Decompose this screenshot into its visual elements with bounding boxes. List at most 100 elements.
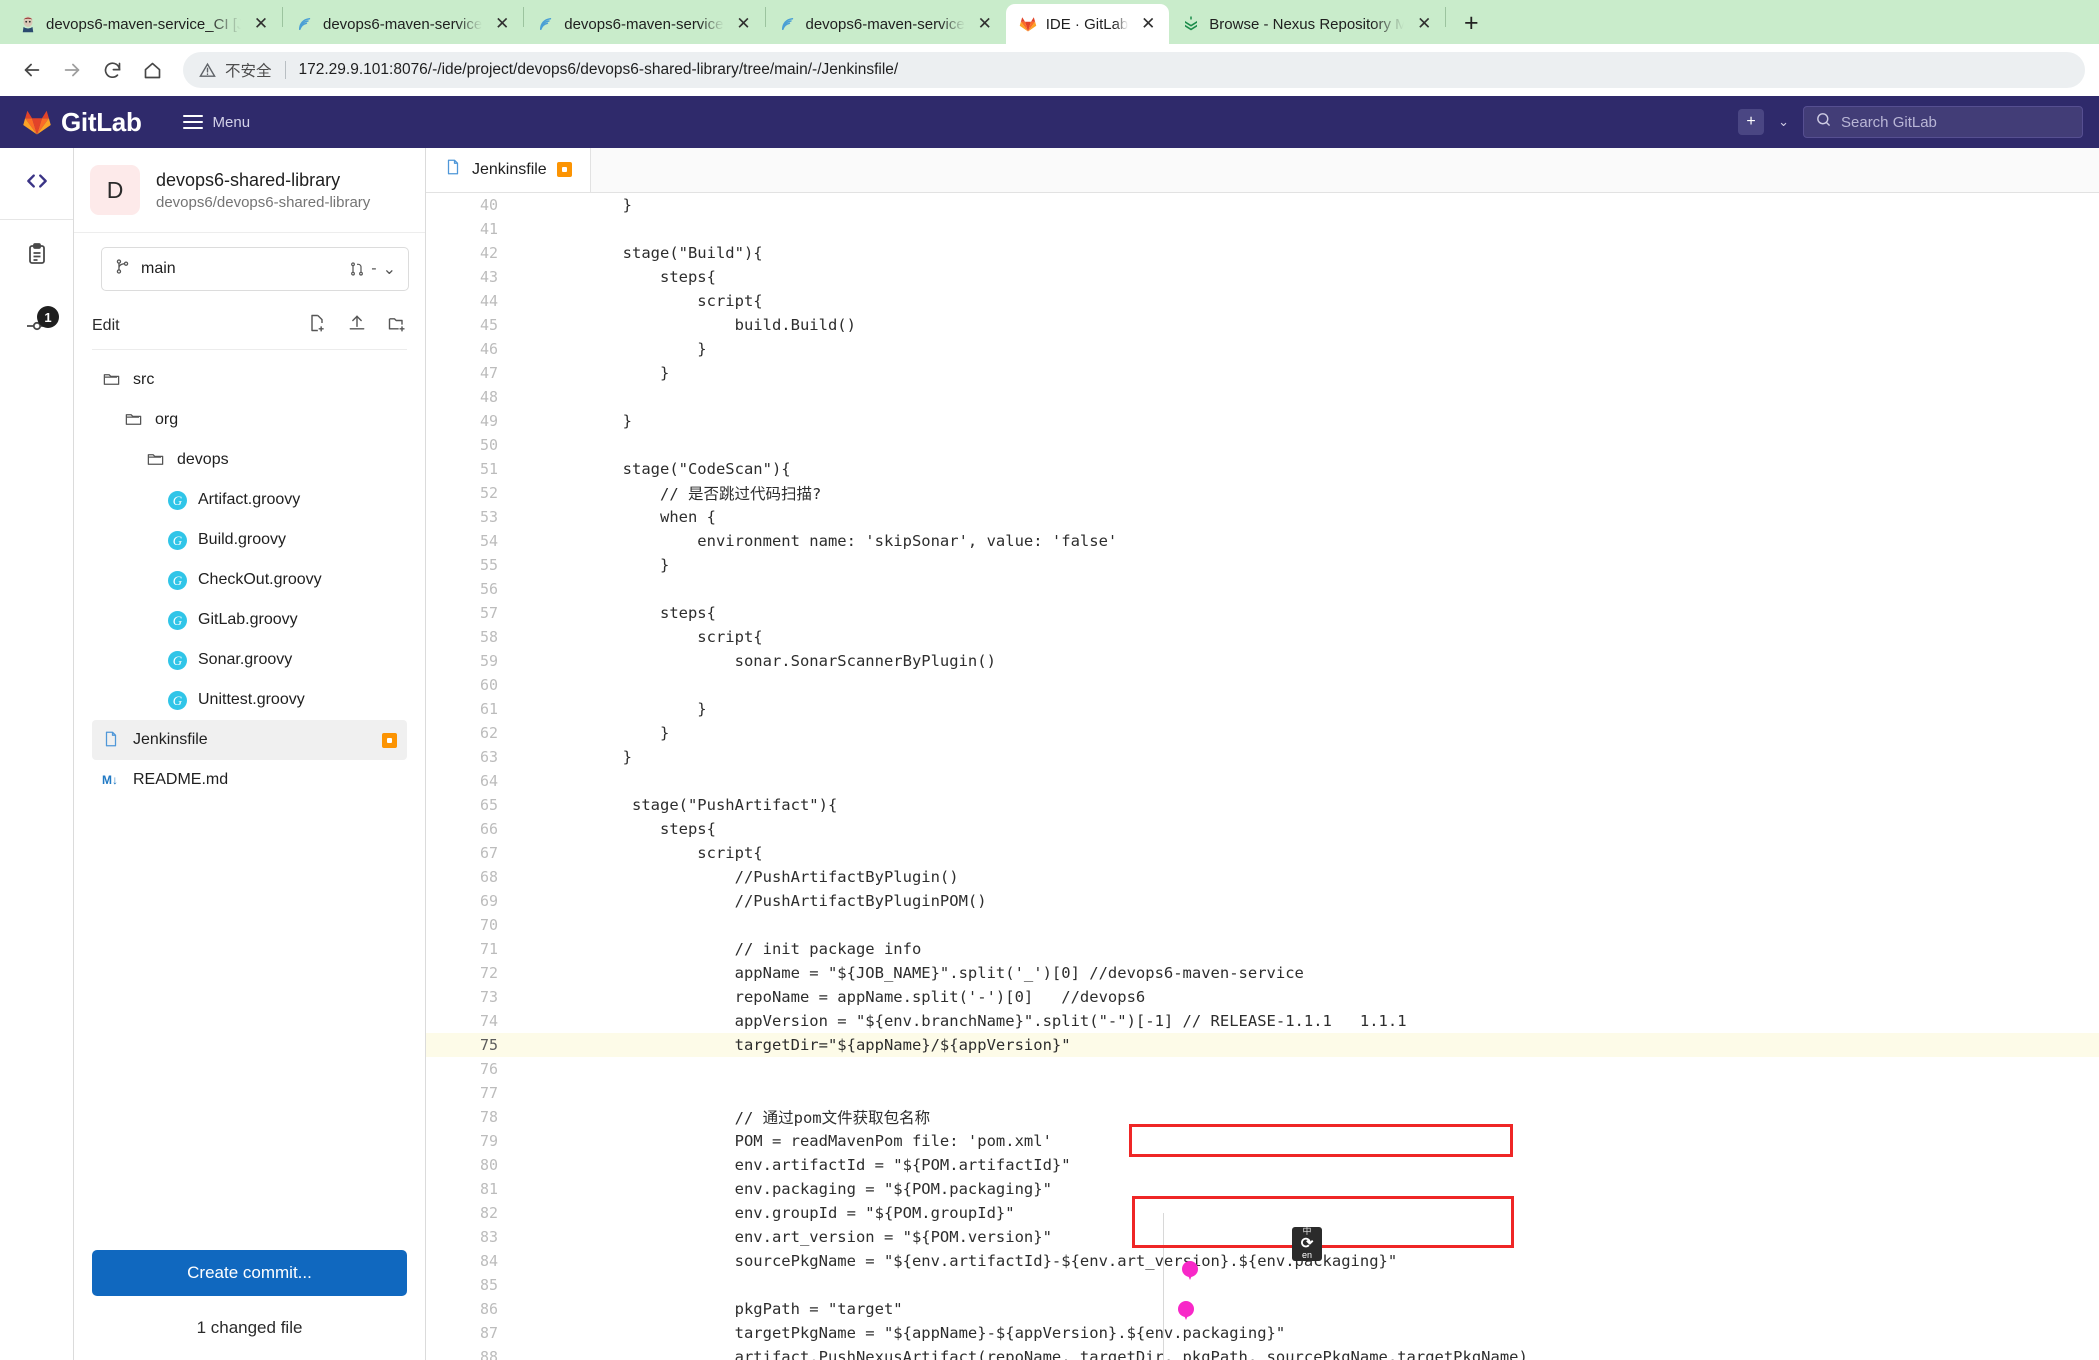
main-menu-button[interactable]: Menu [174, 108, 260, 137]
global-search[interactable] [1803, 106, 2083, 138]
close-icon[interactable]: ✕ [974, 13, 996, 35]
close-icon[interactable]: ✕ [733, 13, 755, 35]
chevron-down-icon[interactable]: ⌄ [1770, 114, 1797, 130]
code-line[interactable]: 79 POM = readMavenPom file: 'pom.xml' [426, 1129, 2099, 1153]
browser-tab-title: devops6-maven-service [805, 15, 965, 33]
browser-tab-3[interactable]: devops6-maven-service ✕ [524, 4, 764, 44]
project-header[interactable]: D devops6-shared-library devops6/devops6… [74, 148, 425, 233]
code-line[interactable]: 62 } [426, 721, 2099, 745]
code-line[interactable]: 56 [426, 577, 2099, 601]
code-line[interactable]: 87 targetPkgName = "${appName}-${appVers… [426, 1321, 2099, 1345]
address-bar[interactable]: 不安全 172.29.9.101:8076/-/ide/project/devo… [183, 52, 2085, 88]
code-line[interactable]: 86 pkgPath = "target" [426, 1297, 2099, 1321]
code-line[interactable]: 48 [426, 385, 2099, 409]
code-line[interactable]: 64 [426, 769, 2099, 793]
code-line[interactable]: 61 } [426, 697, 2099, 721]
browser-tab-5-active[interactable]: IDE · GitLab ✕ [1005, 4, 1170, 44]
code-line[interactable]: 73 repoName = appName.split('-')[0] //de… [426, 985, 2099, 1009]
code-line[interactable]: 75 targetDir="${appName}/${appVersion}" [426, 1032, 2099, 1057]
code-line[interactable]: 40 } [426, 193, 2099, 217]
code-line[interactable]: 80 env.artifactId = "${POM.artifactId}" [426, 1153, 2099, 1177]
tree-item-checkout-groovy[interactable]: G CheckOut.groovy [158, 560, 407, 600]
tree-item-build-groovy[interactable]: G Build.groovy [158, 520, 407, 560]
code-line[interactable]: 53 when { [426, 505, 2099, 529]
code-line[interactable]: 46 } [426, 337, 2099, 361]
line-number: 87 [479, 1323, 498, 1342]
code-line[interactable]: 65 stage("PushArtifact"){ [426, 793, 2099, 817]
rail-item-commit[interactable]: 1 [0, 292, 73, 364]
close-icon[interactable]: ✕ [491, 13, 513, 35]
code-line[interactable]: 55 } [426, 553, 2099, 577]
code-line[interactable]: 77 [426, 1081, 2099, 1105]
code-line[interactable]: 57 steps{ [426, 601, 2099, 625]
tree-item-jenkinsfile[interactable]: Jenkinsfile [92, 720, 407, 760]
code-line[interactable]: 42 stage("Build"){ [426, 241, 2099, 265]
close-icon[interactable]: ✕ [1137, 13, 1159, 35]
code-line[interactable]: 69 //PushArtifactByPluginPOM() [426, 889, 2099, 913]
editor-tab-jenkinsfile[interactable]: Jenkinsfile [426, 148, 591, 192]
forward-arrow-icon[interactable] [54, 52, 90, 88]
code-line[interactable]: 68 //PushArtifactByPlugin() [426, 865, 2099, 889]
close-icon[interactable]: ✕ [250, 13, 272, 35]
code-line[interactable]: 82 env.groupId = "${POM.groupId}" [426, 1201, 2099, 1225]
code-line[interactable]: 85 [426, 1273, 2099, 1297]
code-line[interactable]: 41 [426, 217, 2099, 241]
home-icon[interactable] [134, 52, 170, 88]
code-line[interactable]: 44 script{ [426, 289, 2099, 313]
code-line[interactable]: 60 [426, 673, 2099, 697]
gitlab-logo[interactable]: GitLab [22, 107, 142, 138]
new-tab-button[interactable]: + [1452, 4, 1490, 42]
code-line[interactable]: 81 env.packaging = "${POM.packaging}" [426, 1177, 2099, 1201]
back-arrow-icon[interactable] [14, 52, 50, 88]
code-line[interactable]: 50 [426, 433, 2099, 457]
code-line[interactable]: 84 sourcePkgName = "${env.artifactId}-${… [426, 1249, 2099, 1273]
close-icon[interactable]: ✕ [1413, 13, 1435, 35]
rail-item-review[interactable] [0, 220, 73, 292]
browser-tab-2[interactable]: devops6-maven-service ✕ [283, 4, 523, 44]
upload-file-icon[interactable] [347, 313, 367, 338]
browser-tab-4[interactable]: devops6-maven-service ✕ [766, 4, 1006, 44]
search-input[interactable] [1841, 113, 2071, 131]
code-editor-area[interactable]: 40 } 41 42 stage("Build"){43 steps{44 scri… [426, 193, 2099, 1360]
tree-item-readme-md[interactable]: M↓ README.md [92, 760, 407, 800]
code-line[interactable]: 54 environment name: 'skipSonar', value:… [426, 529, 2099, 553]
code-line[interactable]: 78 // 通过pom文件获取包名称 [426, 1105, 2099, 1129]
rail-item-edit[interactable] [0, 148, 73, 220]
new-file-icon[interactable] [307, 313, 327, 338]
browser-tab-1[interactable]: devops6-maven-service_CI [Je ✕ [6, 4, 282, 44]
code-line[interactable]: 74 appVersion = "${env.branchName}".spli… [426, 1009, 2099, 1033]
merge-request-indicator[interactable]: - ⌄ [349, 259, 396, 279]
code-line[interactable]: 67 script{ [426, 841, 2099, 865]
create-commit-button[interactable]: Create commit... [92, 1250, 407, 1296]
code-line[interactable]: 51 stage("CodeScan"){ [426, 457, 2099, 481]
code-line[interactable]: 72 appName = "${JOB_NAME}".split('_')[0]… [426, 961, 2099, 985]
code-line[interactable]: 58 script{ [426, 625, 2099, 649]
code-line[interactable]: 66 steps{ [426, 817, 2099, 841]
tree-item-src[interactable]: src [92, 360, 407, 400]
code-line[interactable]: 45 build.Build() [426, 313, 2099, 337]
tree-item-unittest-groovy[interactable]: G Unittest.groovy [158, 680, 407, 720]
new-item-plus-icon[interactable]: + [1738, 109, 1765, 135]
tree-item-org[interactable]: org [114, 400, 407, 440]
tree-item-devops[interactable]: devops [136, 440, 407, 480]
tree-item-gitlab-groovy[interactable]: G GitLab.groovy [158, 600, 407, 640]
tree-item-artifact-groovy[interactable]: G Artifact.groovy [158, 480, 407, 520]
code-line[interactable]: 59 sonar.SonarScannerByPlugin() [426, 649, 2099, 673]
code-line[interactable]: 83 env.art_version = "${POM.version}" [426, 1225, 2099, 1249]
code-line[interactable]: 71 // init package info [426, 937, 2099, 961]
line-number: 72 [479, 963, 498, 982]
code-line[interactable]: 70 [426, 913, 2099, 937]
browser-tab-6[interactable]: Browse - Nexus Repository Ma ✕ [1169, 4, 1445, 44]
tree-item-sonar-groovy[interactable]: G Sonar.groovy [158, 640, 407, 680]
chevron-down-icon[interactable]: ⌄ [383, 259, 396, 279]
reload-icon[interactable] [94, 52, 130, 88]
code-line[interactable]: 47 } [426, 361, 2099, 385]
code-line[interactable]: 76 [426, 1057, 2099, 1081]
branch-selector[interactable]: main - ⌄ [101, 247, 409, 291]
code-line[interactable]: 43 steps{ [426, 265, 2099, 289]
code-line[interactable]: 88 artifact.PushNexusArtifact(repoName, … [426, 1345, 2099, 1360]
code-line[interactable]: 63 } [426, 745, 2099, 769]
code-line[interactable]: 49 } [426, 409, 2099, 433]
new-directory-icon[interactable] [387, 313, 407, 338]
code-line[interactable]: 52 // 是否跳过代码扫描? [426, 481, 2099, 505]
